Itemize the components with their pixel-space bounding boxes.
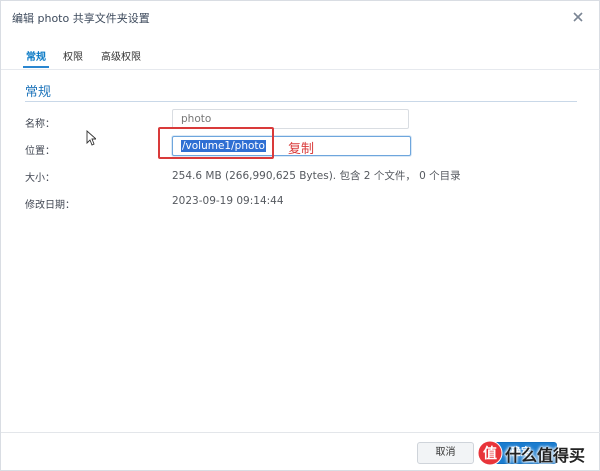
cancel-button[interactable]: 取消 (417, 442, 474, 464)
modified-date-label: 修改日期： (25, 200, 75, 211)
footer-divider (1, 432, 600, 433)
zhi-logo-icon: 值 (477, 440, 503, 466)
tab-permissions[interactable]: 权限 (63, 48, 83, 63)
svg-text:值: 值 (483, 445, 497, 462)
name-label: 名称： (25, 119, 55, 130)
size-value: 254.6 MB (266,990,625 Bytes). 包含 2 个文件， … (172, 170, 461, 182)
dialog-title: 编辑 photo 共享文件夹设置 (12, 12, 150, 25)
title-bar: 编辑 photo 共享文件夹设置 (1, 1, 600, 33)
edit-shared-folder-dialog: 编辑 photo 共享文件夹设置 常规 权限 高级权限 常规 名称： photo… (0, 0, 600, 471)
watermark: 值 什么值得买 (475, 438, 597, 468)
tab-advanced-permissions[interactable]: 高级权限 (101, 48, 141, 63)
tab-general[interactable]: 常规 (26, 48, 46, 63)
section-title: 常规 (25, 85, 52, 100)
close-icon (573, 12, 583, 22)
modified-date-value: 2023-09-19 09:14:44 (172, 195, 284, 207)
annotation-copy-label: 复制 (288, 142, 315, 157)
annotation-highlight-box (158, 127, 274, 159)
name-field[interactable]: photo (172, 109, 409, 129)
tab-bar: 常规 权限 高级权限 (1, 39, 600, 70)
watermark-text: 什么值得买 (505, 446, 586, 465)
location-label: 位置： (25, 146, 55, 157)
active-tab-indicator (23, 66, 49, 68)
section-divider (25, 101, 577, 102)
mouse-pointer-icon (86, 130, 96, 146)
close-button[interactable] (569, 8, 587, 26)
size-label: 大小： (25, 173, 55, 184)
